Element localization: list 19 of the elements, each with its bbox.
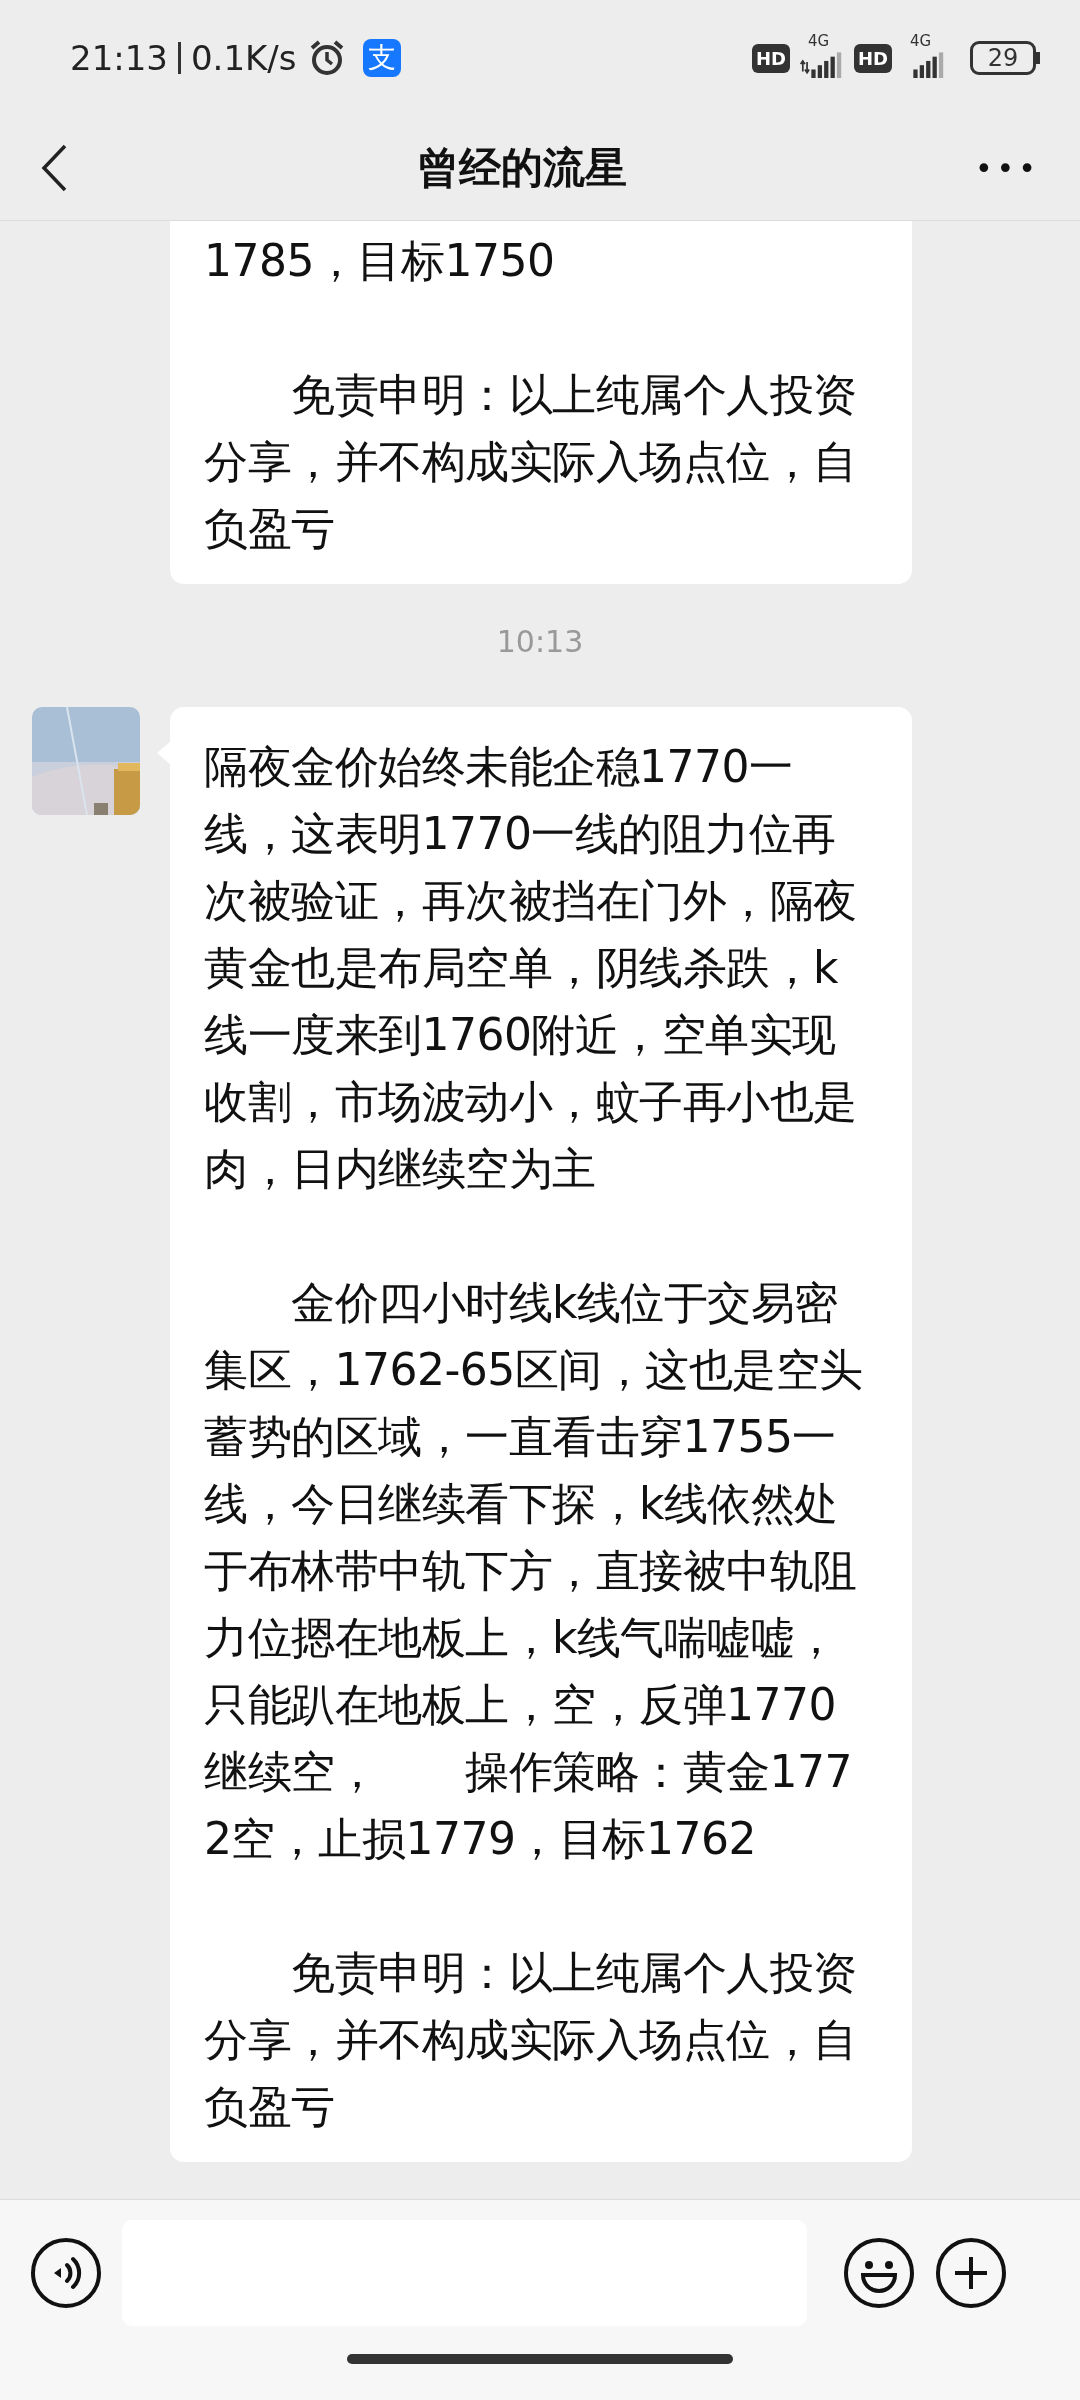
- clock-time: 21:13: [70, 38, 168, 78]
- message-text: 隔夜金价始终未能企稳1770一线，这表明1770一线的阻力位再次被验证，再次被挡在门外，隔夜黄金也是布局空单，阴线杀跌，k线一度来到1760附近，空单实现收割，市场波动小，蚊子再小也是肉，日内继续空为主: [204, 740, 858, 1196]
- more-button[interactable]: •••: [974, 150, 1040, 186]
- timestamp: 10:13: [496, 624, 584, 659]
- network-type-label: 4G: [808, 32, 830, 50]
- battery-indicator: 29: [970, 41, 1036, 75]
- message-text: 免责申明：以上纯属个人投资分享，并不构成实际入场点位，自负盈亏: [204, 1946, 858, 2134]
- message-text: 免责申明：以上纯属个人投资分享，并不构成实际入场点位，自负盈亏: [204, 368, 858, 556]
- hd-badge: HD: [751, 43, 790, 73]
- network-speed: 0.1K/s: [191, 38, 297, 78]
- app-notification-icon: 支: [362, 39, 401, 77]
- chat-title: 曾经的流星: [417, 142, 628, 194]
- network-type-label: 4G: [910, 32, 932, 50]
- message-text: 金价四小时线k线位于交易密集区，1762-65区间，这也是空头蓄势的区域，一直看击穿1755一线，今日继续看下探，k线依然处于布林带中轨下方，直接被中轨阻力位摁在地板上，k线气喘嘘嘘，只能趴在地板上，空，反弹1770继续空， 操作策略：黄金1772空，止损1779，目标1762: [204, 1276, 864, 1866]
- add-icon[interactable]: [935, 2237, 1007, 2309]
- emoji-icon[interactable]: [843, 2237, 915, 2309]
- message-text: 1785，目标1750: [204, 234, 556, 288]
- voice-icon[interactable]: [30, 2237, 102, 2309]
- hd-badge: HD: [854, 43, 892, 73]
